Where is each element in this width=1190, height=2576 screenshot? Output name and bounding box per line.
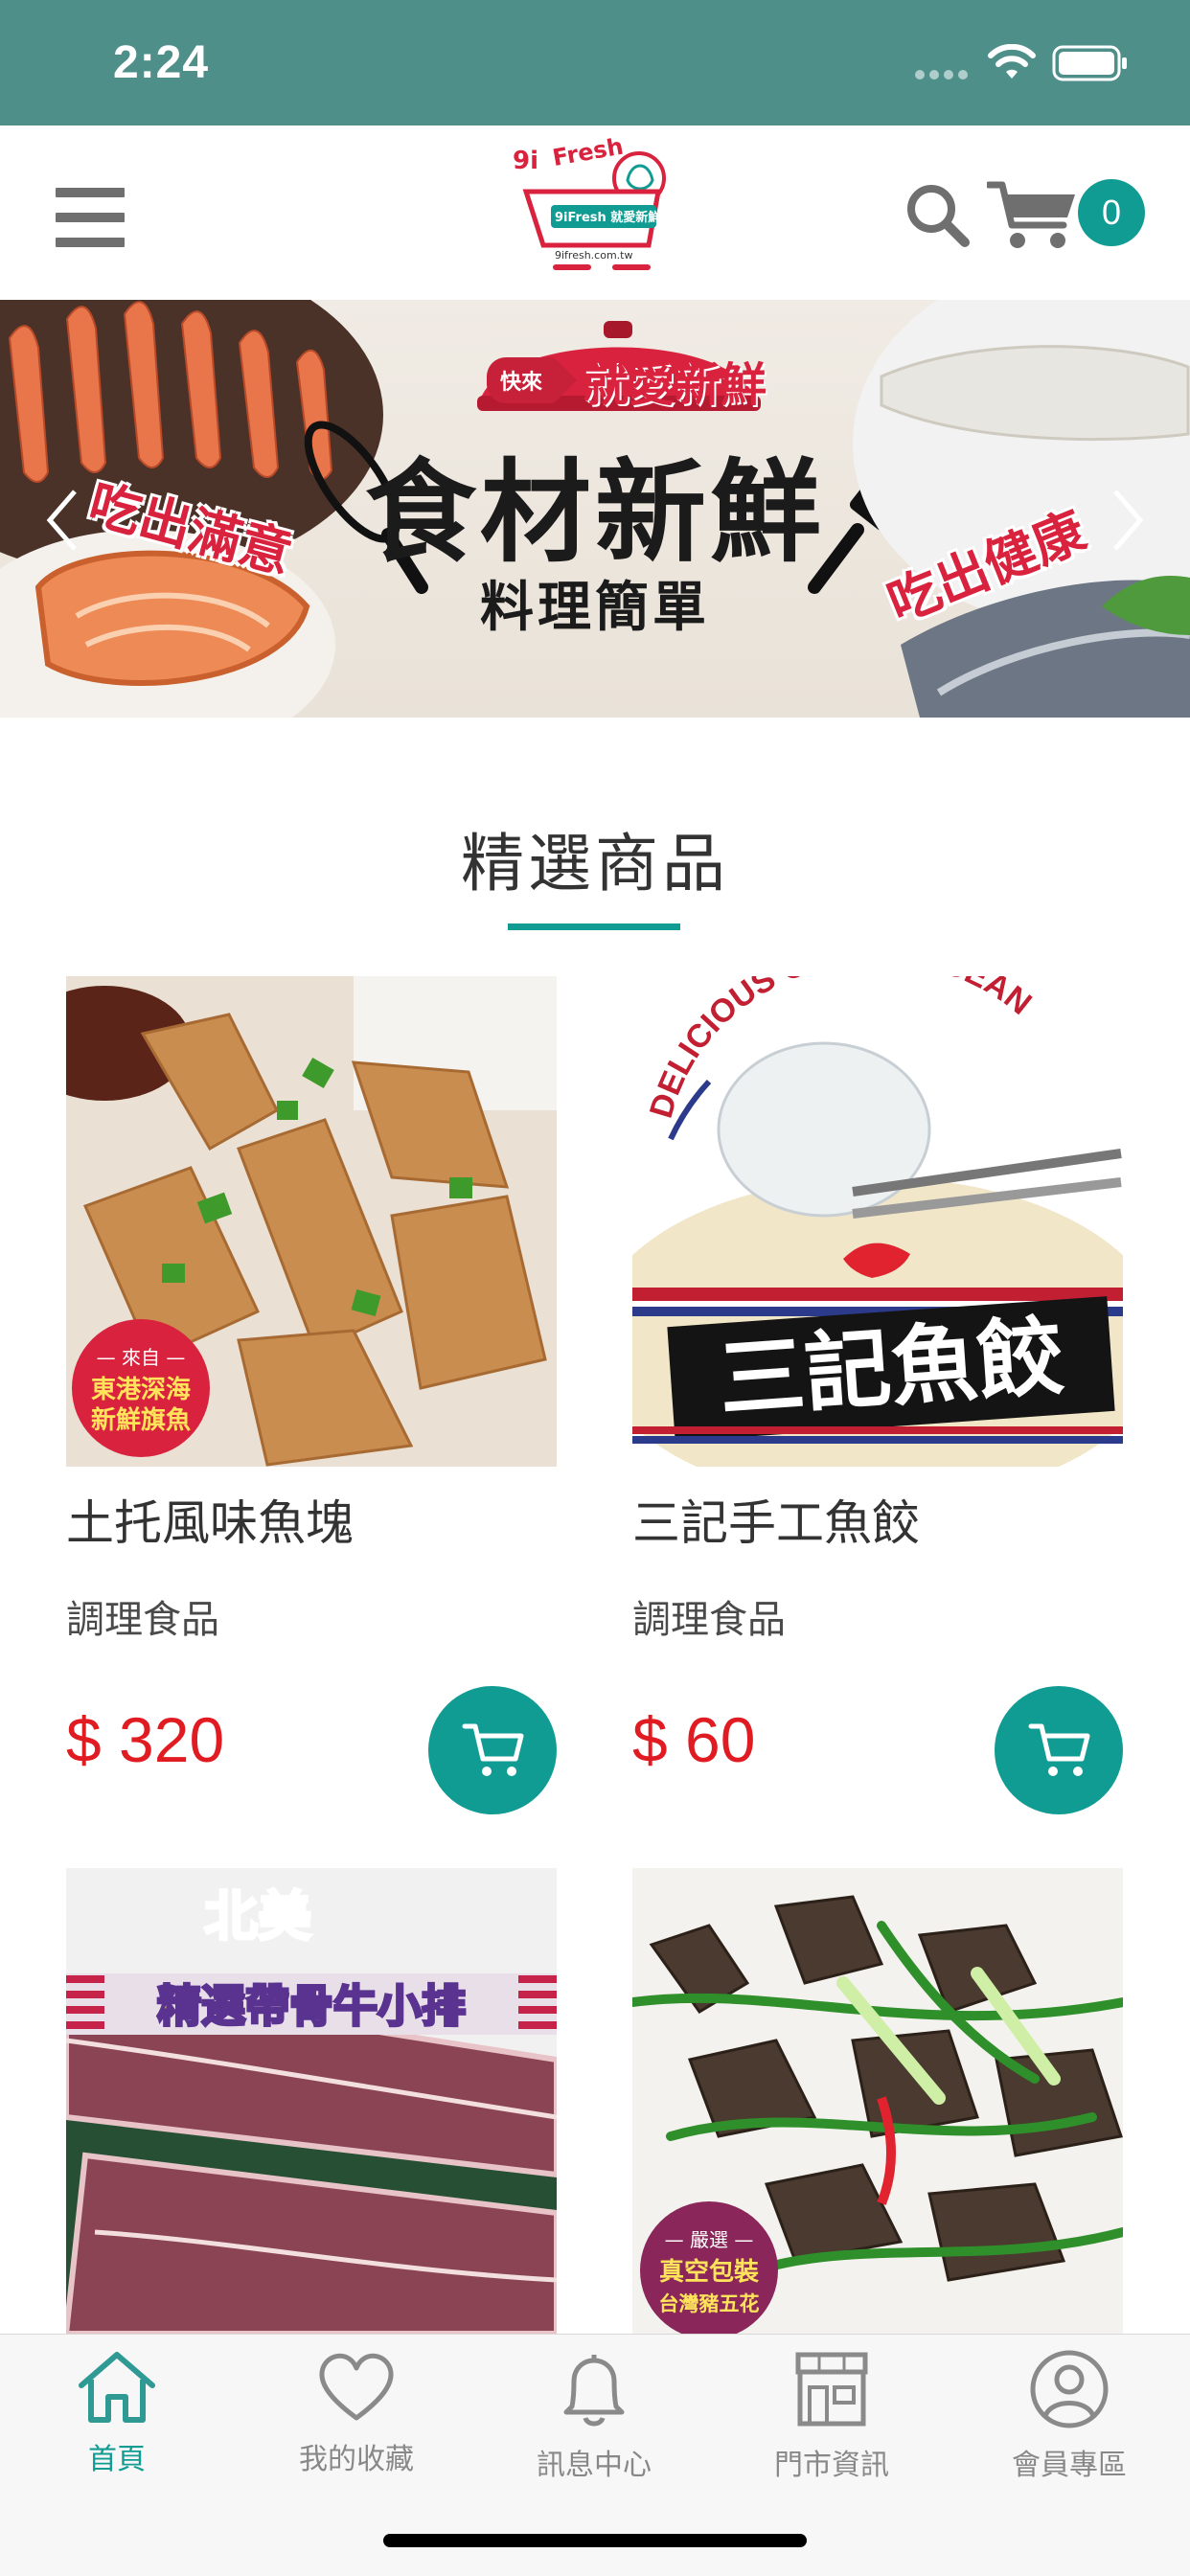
cart-icon [462, 1723, 524, 1776]
search-icon[interactable] [904, 182, 972, 249]
product-overlay-banner: 精選帶骨牛小排 [157, 1980, 466, 2032]
product-image[interactable]: 北美 精選帶骨牛小排 [66, 1868, 557, 2334]
product-badge-line2: 台灣豬五花 [659, 2292, 760, 2315]
product-badge-top: — 來自 — [97, 1346, 186, 1369]
product-badge-top: — 嚴選 — [665, 2228, 754, 2251]
tab-messages[interactable]: 訊息中心 [498, 2349, 690, 2483]
product-badge-line2: 新鮮旗魚 [91, 1405, 191, 1435]
product-category: 調理食品 [632, 1598, 786, 1642]
tab-label: 門市資訊 [774, 2449, 889, 2482]
product-badge-line1: 東港深海 [91, 1376, 191, 1404]
heart-icon [319, 2353, 394, 2421]
home-icon [79, 2352, 155, 2423]
svg-text:Fresh: Fresh [551, 133, 626, 171]
wifi-icon [988, 44, 1036, 79]
section-title: 精選商品 [461, 827, 729, 900]
store-icon [795, 2352, 868, 2427]
banner-cta-text: 就愛新鮮 [583, 358, 767, 412]
svg-text:9i: 9i [513, 147, 538, 175]
cellular-signal-icon [915, 65, 973, 83]
battery-icon [1052, 45, 1127, 81]
brand-logo[interactable]: 9i Fresh 9iFresh 就愛新鮮 9ifresh.com.tw [505, 132, 687, 278]
product-image[interactable]: — 嚴選 — 真空包裝 台灣豬五花 [632, 1868, 1123, 2334]
product-name[interactable]: 三記手工魚餃 [632, 1485, 920, 1554]
user-icon [1030, 2350, 1109, 2428]
add-to-cart-button[interactable] [428, 1686, 557, 1814]
section-underline [508, 923, 680, 930]
banner-cta-chip: 快來 [487, 357, 557, 403]
product-badge-line1: 真空包裝 [659, 2257, 760, 2287]
home-indicator[interactable] [383, 2534, 807, 2547]
tab-home[interactable]: 首頁 [21, 2349, 213, 2477]
status-bar: 2:24 [0, 0, 1190, 125]
product-price: $ 320 [66, 1704, 225, 1775]
menu-icon[interactable] [56, 188, 126, 247]
cart-icon [1028, 1723, 1090, 1776]
product-name[interactable]: 土托風味魚塊 [66, 1485, 354, 1554]
tab-favorites[interactable]: 我的收藏 [261, 2349, 452, 2477]
product-category: 調理食品 [66, 1598, 219, 1642]
status-time: 2:24 [113, 37, 210, 88]
tab-label: 首頁 [88, 2443, 146, 2476]
product-image[interactable]: DELICIOUS OUT OF OCEAN 三記魚餃 [632, 976, 1123, 1467]
cart-count-badge[interactable]: 0 [1078, 179, 1145, 246]
tab-member[interactable]: 會員專區 [973, 2349, 1165, 2483]
cart-icon[interactable] [987, 179, 1079, 252]
arrow-right-icon [556, 359, 578, 401]
tab-label: 會員專區 [1012, 2449, 1127, 2482]
add-to-cart-button[interactable] [995, 1686, 1123, 1814]
banner-cta: 快來 就愛新鮮 [487, 347, 767, 412]
product-image[interactable]: — 來自 — 東港深海 新鮮旗魚 [66, 976, 557, 1467]
logo-subtitle: 9iFresh 就愛新鮮 [555, 210, 660, 225]
logo-url: 9ifresh.com.tw [555, 249, 632, 262]
tab-label: 我的收藏 [299, 2443, 414, 2476]
product-overlay-top: 北美 [204, 1885, 311, 1949]
bell-icon [563, 2355, 625, 2427]
product-price: $ 60 [632, 1704, 756, 1775]
tab-stores[interactable]: 門市資訊 [736, 2349, 927, 2483]
tab-label: 訊息中心 [537, 2449, 652, 2482]
